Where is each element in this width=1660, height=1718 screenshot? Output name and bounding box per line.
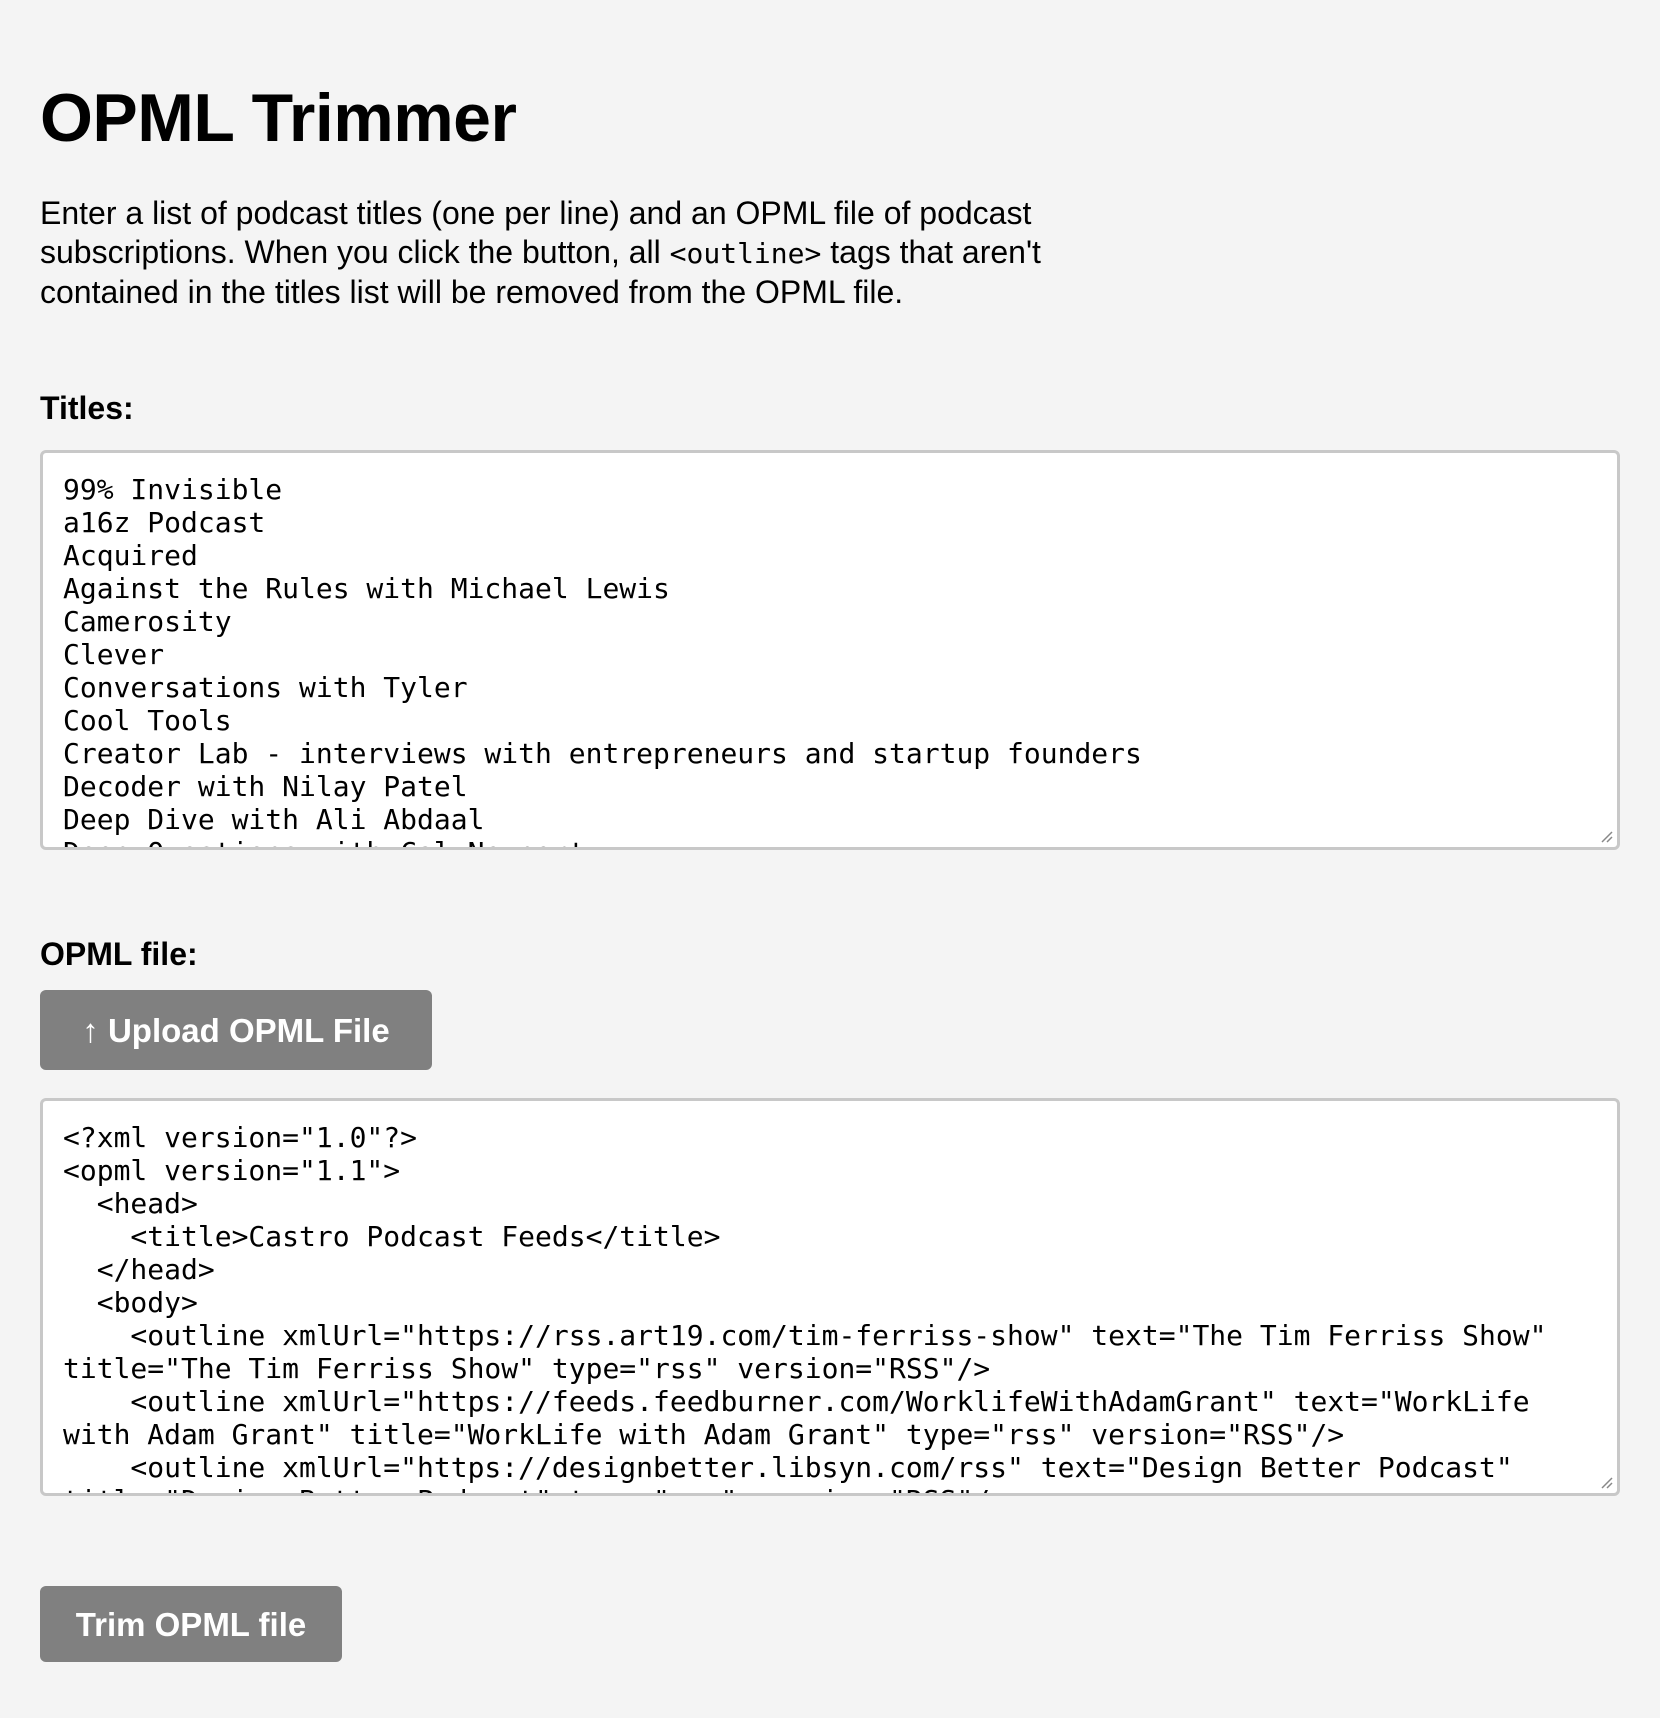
titles-textarea[interactable]: 99% Invisible a16z Podcast Acquired Against… [40, 450, 1620, 850]
upload-opml-button[interactable]: ↑ Upload OPML File [40, 990, 432, 1070]
title-line: 99% Invisible [63, 473, 283, 506]
title-line: Acquired [63, 539, 198, 572]
title-line: Creator Lab - interviews with entreprene… [63, 737, 1142, 770]
opml-line: <?xml version="1.0"?> [63, 1121, 418, 1154]
opml-line: <body> [63, 1286, 198, 1319]
trim-opml-button[interactable]: Trim OPML file [40, 1586, 342, 1662]
title-line: Deep Questions with Cal Newport [63, 836, 1597, 847]
title-line: a16z Podcast [63, 506, 266, 539]
title-line: Clever [63, 638, 165, 671]
opml-line: </head> [63, 1253, 215, 1286]
opml-label: OPML file: [40, 936, 198, 972]
opml-line: <outline xmlUrl="https://designbetter.li… [63, 1451, 1513, 1484]
opml-line: <outline xmlUrl="https://rss.art19.com/t… [63, 1319, 1547, 1352]
opml-line: title="The Tim Ferriss Show" type="rss" … [63, 1352, 991, 1385]
titles-textarea-content[interactable]: 99% Invisible a16z Podcast Acquired Against… [43, 453, 1617, 847]
resize-handle-icon[interactable] [1598, 1474, 1614, 1490]
opml-line: with Adam Grant" title="WorkLife with Ad… [63, 1418, 1345, 1451]
opml-textarea-content[interactable]: <?xml version="1.0"?> <opml version="1.1"… [43, 1101, 1617, 1493]
opml-line: title="Design Better Podcast" type="rss"… [63, 1484, 1597, 1493]
page: OPML Trimmer Enter a list of podcast tit… [0, 0, 1660, 1662]
title-line: Against the Rules with Michael Lewis [63, 572, 670, 605]
opml-line: <title>Castro Podcast Feeds</title> [63, 1220, 721, 1253]
intro-code: <outline> [669, 237, 822, 270]
resize-handle-icon[interactable] [1598, 828, 1614, 844]
opml-line: <head> [63, 1187, 198, 1220]
intro-text: Enter a list of podcast titles (one per … [40, 194, 1160, 312]
title-line: Conversations with Tyler [63, 671, 468, 704]
title-line: Decoder with Nilay Patel [63, 770, 468, 803]
title-line: Deep Dive with Ali Abdaal [63, 803, 485, 836]
opml-line: <outline xmlUrl="https://feeds.feedburne… [63, 1385, 1530, 1418]
titles-label: Titles: [40, 390, 134, 426]
opml-line: <opml version="1.1"> [63, 1154, 401, 1187]
page-title: OPML Trimmer [40, 80, 517, 156]
title-line: Cool Tools [63, 704, 232, 737]
opml-textarea[interactable]: <?xml version="1.0"?> <opml version="1.1"… [40, 1098, 1620, 1496]
title-line: Camerosity [63, 605, 232, 638]
